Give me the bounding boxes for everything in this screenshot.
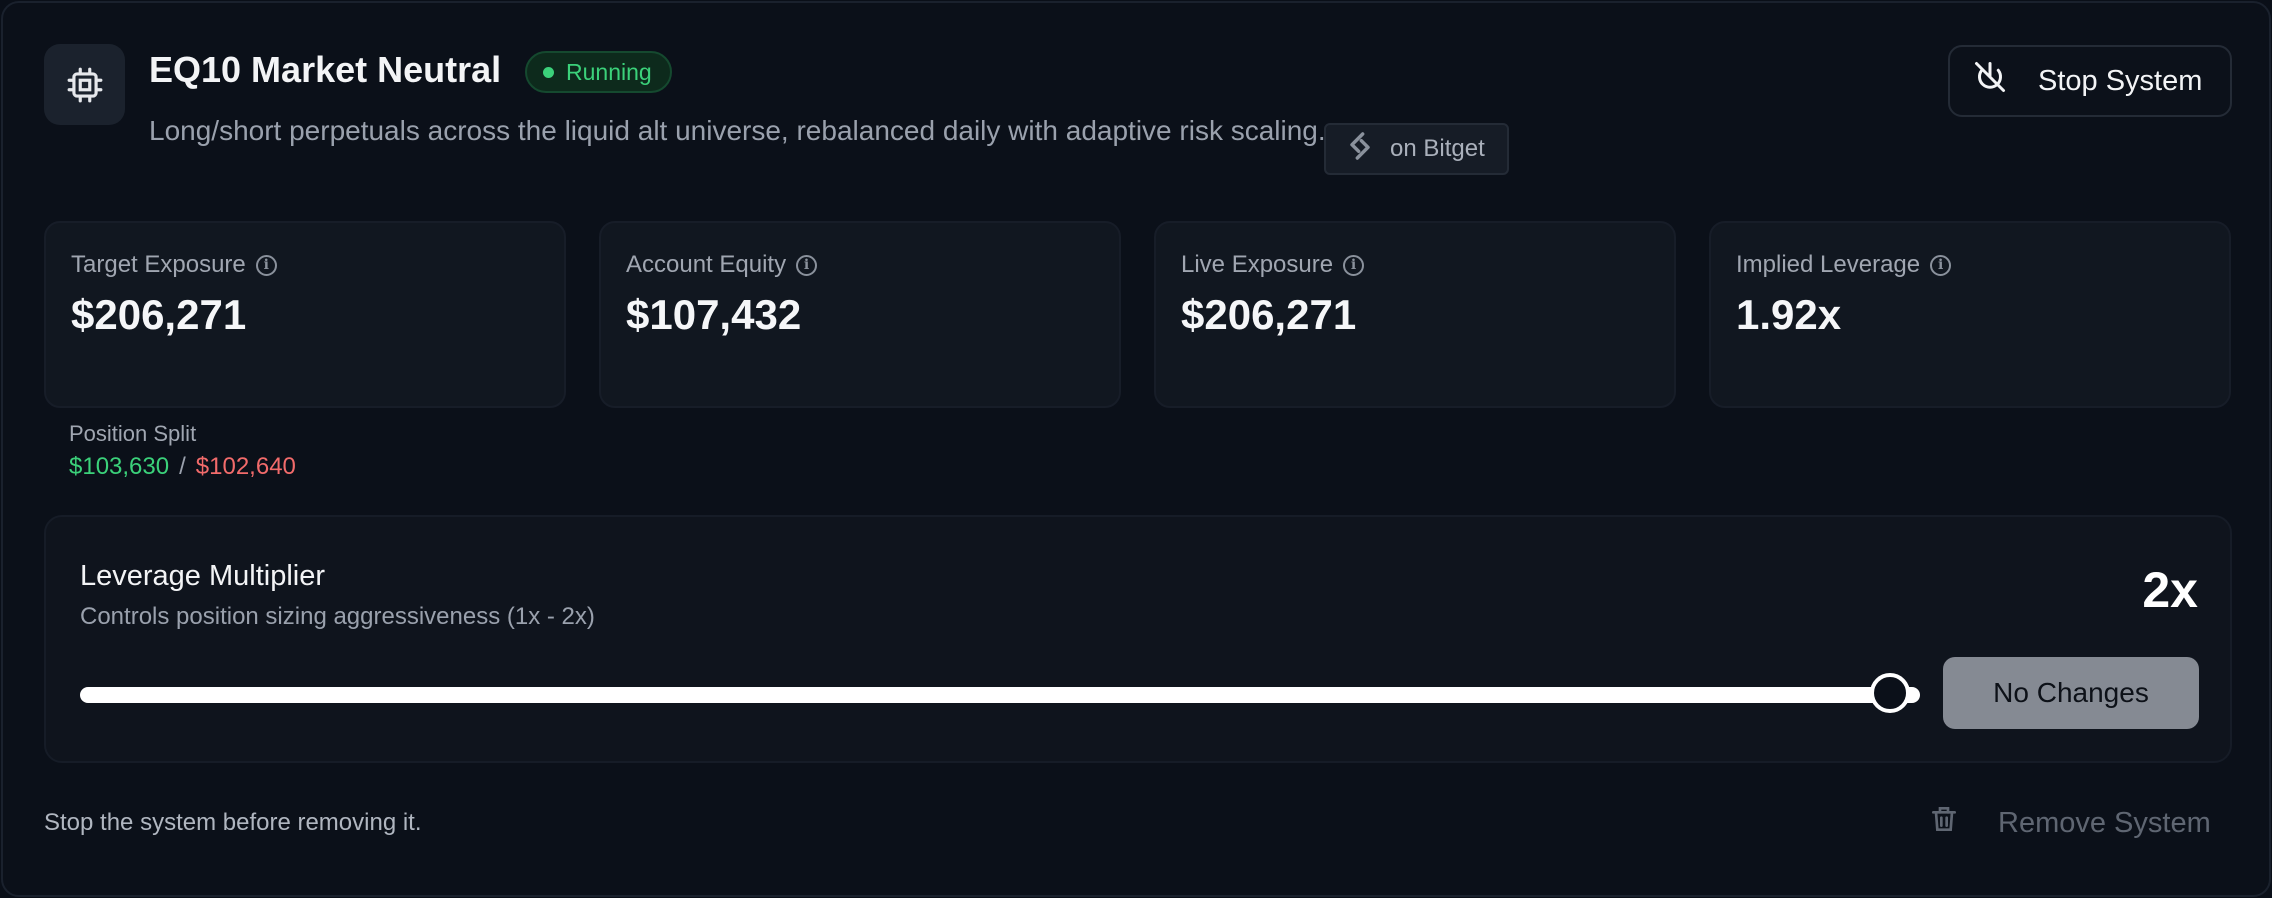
stat-card-target-exposure: Target Exposure i $206,271: [44, 221, 566, 408]
remove-system-button[interactable]: Remove System: [1928, 799, 2211, 847]
system-title: EQ10 Market Neutral: [149, 49, 502, 90]
bitget-logo-icon: [1344, 130, 1376, 169]
stat-label-text: Target Exposure: [71, 251, 246, 278]
stat-card-implied-leverage: Implied Leverage i 1.92x: [1709, 221, 2231, 408]
leverage-panel: Leverage Multiplier Controls position si…: [44, 515, 2232, 763]
system-description: Long/short perpetuals across the liquid …: [149, 115, 1326, 146]
stat-value: $206,271: [71, 291, 247, 338]
stat-label: Implied Leverage i: [1736, 251, 1952, 279]
leverage-slider-track[interactable]: [80, 687, 1920, 703]
short-value: $102,640: [195, 453, 296, 480]
apply-leverage-button[interactable]: No Changes: [1943, 657, 2199, 729]
trash-icon: [1928, 802, 1960, 844]
stat-label-text: Account Equity: [626, 251, 787, 278]
status-badge: Running: [525, 51, 672, 93]
leverage-value: 2x: [2142, 562, 2198, 618]
info-icon[interactable]: i: [1930, 254, 1952, 276]
stat-label: Live Exposure i: [1181, 251, 1365, 279]
remove-system-label: Remove System: [1998, 806, 2211, 839]
chip-icon: [44, 44, 125, 125]
stat-label-text: Implied Leverage: [1736, 251, 1921, 278]
exchange-label: on Bitget: [1390, 135, 1485, 162]
remove-hint: Stop the system before removing it.: [44, 809, 422, 836]
info-icon[interactable]: i: [255, 254, 277, 276]
stop-system-button[interactable]: Stop System: [1948, 45, 2232, 117]
stat-label-text: Live Exposure: [1181, 251, 1334, 278]
stat-label: Target Exposure i: [71, 251, 277, 279]
long-value: $103,630: [69, 453, 170, 480]
exchange-badge: on Bitget: [1324, 123, 1509, 175]
position-split-values: $103,630 / $102,640: [69, 453, 296, 481]
stat-label: Account Equity i: [626, 251, 818, 279]
stat-value: $107,432: [626, 291, 802, 338]
power-off-icon: [1972, 59, 2008, 103]
status-label: Running: [566, 58, 652, 85]
info-icon[interactable]: i: [1343, 254, 1365, 276]
leverage-title: Leverage Multiplier: [80, 560, 326, 592]
stat-value: 1.92x: [1736, 291, 1842, 338]
position-split-label: Position Split: [69, 421, 197, 446]
stat-card-account-equity: Account Equity i $107,432: [599, 221, 1121, 408]
split-separator: /: [179, 453, 186, 480]
stat-card-live-exposure: Live Exposure i $206,271: [1154, 221, 1676, 408]
leverage-description: Controls position sizing aggressiveness …: [80, 603, 595, 630]
stop-system-label: Stop System: [2038, 64, 2203, 97]
info-icon[interactable]: i: [796, 254, 818, 276]
stat-value: $206,271: [1181, 291, 1357, 338]
system-card: EQ10 Market Neutral Running Long/short p…: [1, 1, 2271, 897]
leverage-slider-thumb[interactable]: [1870, 673, 1910, 713]
status-dot-icon: [543, 66, 554, 78]
